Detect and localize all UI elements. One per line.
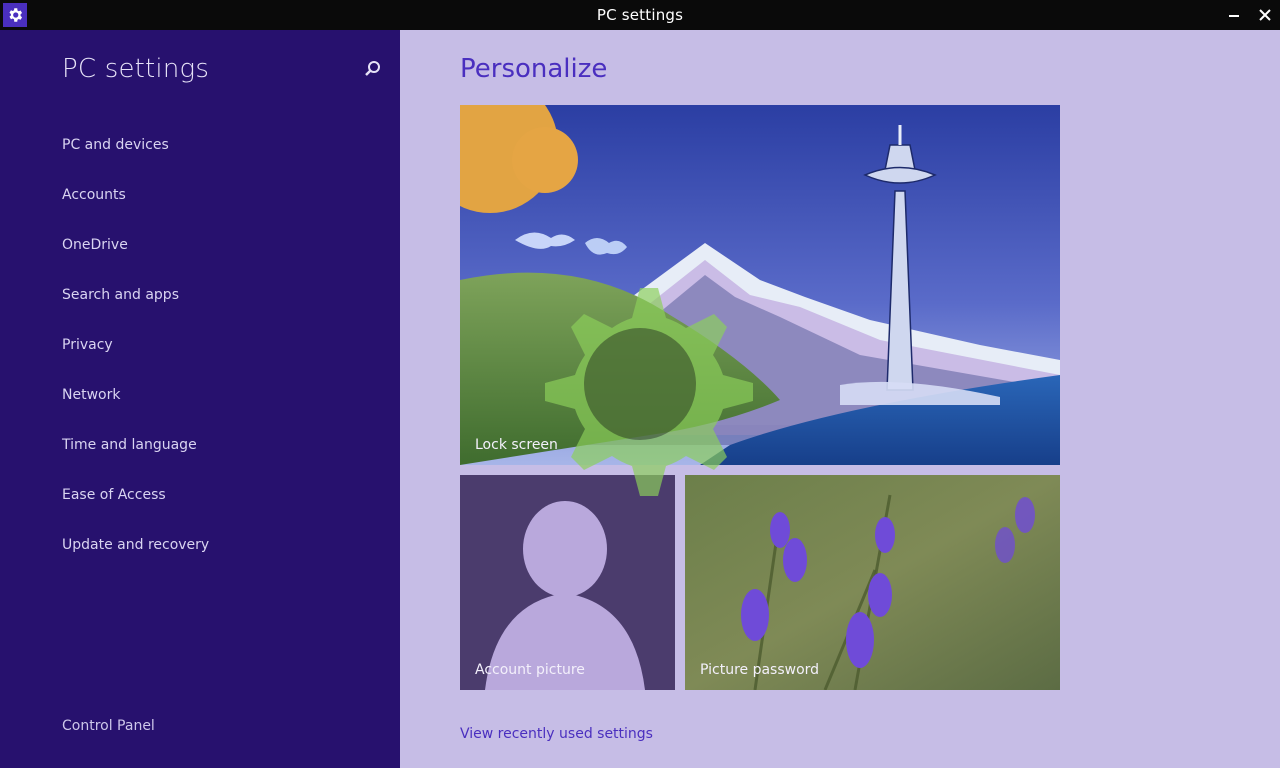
view-recently-used-settings-link[interactable]: View recently used settings: [460, 726, 653, 742]
minimize-icon: [1229, 15, 1239, 17]
account-picture-tile[interactable]: Account picture: [460, 475, 675, 690]
lock-screen-image: [460, 105, 1060, 465]
picture-password-tile[interactable]: Picture password: [685, 475, 1060, 690]
sidebar-heading: PC settings: [62, 54, 210, 84]
sidebar-item-onedrive[interactable]: OneDrive: [62, 234, 209, 284]
search-button[interactable]: [364, 60, 382, 78]
page-title: Personalize: [460, 54, 608, 84]
sidebar-nav: PC and devices Accounts OneDrive Search …: [62, 134, 209, 584]
title-bar: PC settings: [0, 0, 1280, 30]
lock-screen-label: Lock screen: [475, 437, 558, 453]
picture-password-label: Picture password: [700, 662, 820, 678]
sidebar-item-time-and-language[interactable]: Time and language: [62, 434, 209, 484]
sidebar-item-ease-of-access[interactable]: Ease of Access: [62, 484, 209, 534]
account-picture-label: Account picture: [475, 662, 585, 678]
account-picture-icon: [460, 475, 675, 690]
picture-password-image: [685, 475, 1060, 690]
main-content: Personalize Lock screen Account picture …: [400, 30, 1280, 768]
minimize-button[interactable]: [1222, 4, 1246, 26]
sidebar-item-update-and-recovery[interactable]: Update and recovery: [62, 534, 209, 584]
control-panel-link[interactable]: Control Panel: [62, 718, 155, 734]
close-button[interactable]: [1253, 4, 1277, 26]
sidebar-item-network[interactable]: Network: [62, 384, 209, 434]
search-icon: [365, 61, 380, 76]
lock-screen-tile[interactable]: Lock screen: [460, 105, 1060, 465]
close-icon: [1259, 9, 1271, 21]
sidebar-item-search-and-apps[interactable]: Search and apps: [62, 284, 209, 334]
sidebar-item-privacy[interactable]: Privacy: [62, 334, 209, 384]
sidebar-item-accounts[interactable]: Accounts: [62, 184, 209, 234]
sidebar: PC settings PC and devices Accounts OneD…: [0, 30, 400, 768]
sidebar-item-pc-and-devices[interactable]: PC and devices: [62, 134, 209, 184]
window-title: PC settings: [596, 6, 684, 24]
